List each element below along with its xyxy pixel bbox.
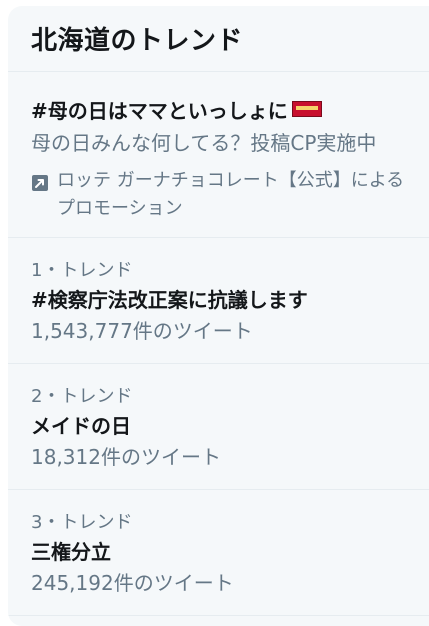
trend-rank: 2・トレンド — [31, 386, 133, 407]
trend-tweet-count: 1,543,777件のツイート — [31, 319, 253, 343]
trend-item[interactable]: 3・トレンド 三権分立 245,192件のツイート — [8, 490, 429, 616]
trend-rank: 3・トレンド — [31, 512, 133, 533]
promoted-by-text: ロッテ ガーナチョコレート【公式】によるプロモーション — [57, 170, 405, 219]
promoted-trend-description: 母の日みんな何してる？投稿CP実施中 — [31, 131, 377, 155]
trend-tweet-count: 245,192件のツイート — [31, 571, 234, 595]
promoted-trend-title: #母の日はママといっしょに — [31, 98, 288, 123]
trend-name: #検察庁法改正案に抗議します — [31, 288, 308, 312]
trend-name: 三権分立 — [31, 540, 111, 564]
trend-name: メイドの日 — [31, 414, 131, 438]
trends-header: 北海道のトレンド — [8, 6, 429, 72]
ghana-brand-icon — [291, 101, 322, 117]
trend-tweet-count: 18,312件のツイート — [31, 445, 221, 469]
trend-item[interactable]: 1・トレンド #検察庁法改正案に抗議します 1,543,777件のツイート — [8, 238, 429, 364]
trend-rank: 1・トレンド — [31, 260, 133, 281]
trends-panel: 北海道のトレンド #母の日はママといっしょに 母の日みんな何してる？投稿CP実施… — [8, 6, 429, 626]
trend-item[interactable]: 2・トレンド メイドの日 18,312件のツイート — [8, 364, 429, 490]
promoted-trend-title-row: #母の日はママといっしょに — [31, 94, 429, 124]
promoted-by-row: ロッテ ガーナチョコレート【公式】によるプロモーション — [31, 167, 429, 223]
promoted-icon — [32, 175, 48, 191]
promoted-trend[interactable]: #母の日はママといっしょに 母の日みんな何してる？投稿CP実施中 ロッテ ガーナ… — [8, 72, 429, 238]
trends-title: 北海道のトレンド — [31, 26, 244, 56]
